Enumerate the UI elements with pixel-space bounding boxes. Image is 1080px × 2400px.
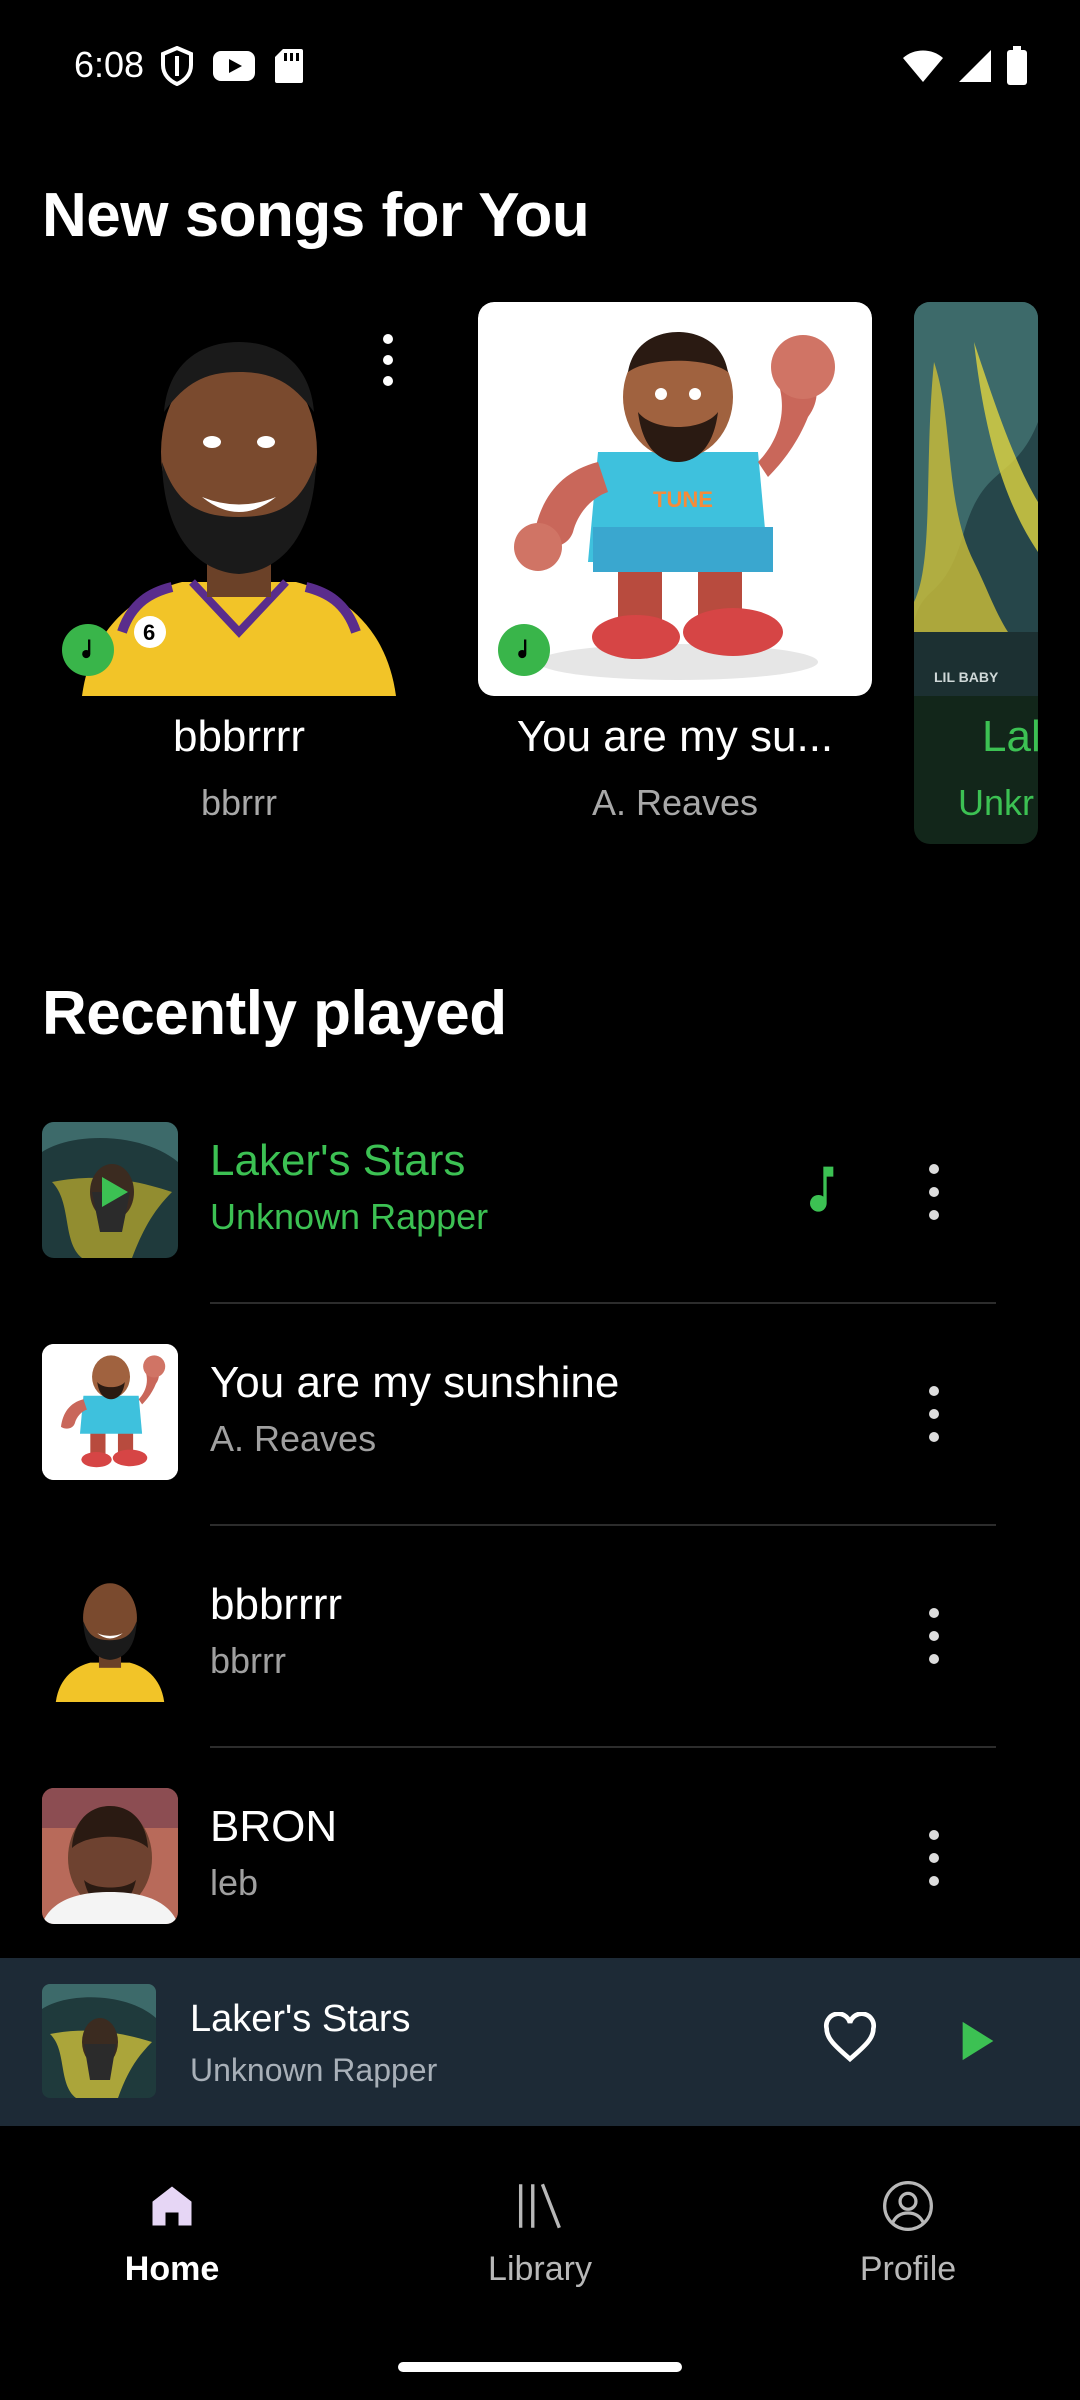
mini-player-artist: Unknown Rapper	[190, 2052, 438, 2088]
nav-item-profile[interactable]: Profile	[788, 2166, 1028, 2289]
song-title: Laker's Stars	[210, 1136, 466, 1185]
song-title: bbbrrrr	[210, 1580, 343, 1629]
wifi-icon	[903, 50, 943, 82]
status-icons-left	[160, 46, 304, 86]
recently-played-heading: Recently played	[42, 979, 507, 1048]
svg-text:TUNE: TUNE	[653, 487, 713, 512]
home-indicator[interactable]	[398, 2362, 682, 2372]
svg-text:6: 6	[143, 620, 155, 645]
list-item[interactable]: BRON leb	[0, 1766, 1080, 1946]
heart-icon[interactable]	[822, 2012, 878, 2064]
sd-card-icon	[275, 49, 303, 83]
status-icons-right	[902, 46, 1028, 86]
more-vertical-icon[interactable]	[368, 330, 408, 390]
album-art: LIL BABY	[914, 302, 1038, 696]
card-title: bbbrrrr	[172, 712, 306, 761]
song-card-active[interactable]: LIL BABY Lal Unkr	[914, 302, 1038, 844]
mini-player-title: Laker's Stars	[190, 1998, 411, 2040]
divider	[210, 1524, 996, 1526]
song-card[interactable]: TUNE You are my su... A. Reaves	[478, 302, 872, 844]
song-card[interactable]: 6 bbbrrrr bbrrr	[42, 302, 436, 844]
youtube-icon	[213, 51, 255, 81]
album-art	[42, 1122, 178, 1258]
song-artist: leb	[210, 1862, 259, 1903]
song-artist: bbrrr	[210, 1640, 287, 1681]
album-art	[42, 1788, 178, 1924]
nav-label-library: Library	[488, 2250, 592, 2288]
music-note-icon	[62, 624, 114, 676]
more-vertical-icon[interactable]	[924, 1386, 944, 1442]
more-vertical-icon[interactable]	[924, 1164, 944, 1220]
album-art	[42, 1566, 178, 1702]
svg-text:LIL BABY: LIL BABY	[934, 669, 999, 685]
library-icon	[518, 2183, 561, 2229]
song-artist: Unknown Rapper	[210, 1196, 489, 1237]
album-art	[42, 1344, 178, 1480]
song-title: You are my sunshine	[210, 1358, 620, 1407]
home-icon	[152, 2186, 192, 2226]
music-note-icon	[810, 1166, 834, 1212]
nav-item-library[interactable]: Library	[420, 2166, 660, 2289]
profile-icon	[883, 2181, 933, 2231]
nav-label-home: Home	[124, 2250, 220, 2288]
song-artist: A. Reaves	[210, 1418, 377, 1459]
signal-icon	[959, 50, 991, 82]
list-item[interactable]: You are my sunshine A. Reaves	[0, 1322, 1080, 1502]
new-songs-carousel[interactable]: 6 bbbrrrr bbrrr TUNE You are my su... A.…	[0, 302, 1080, 862]
nav-label-profile: Profile	[859, 2250, 957, 2288]
card-subtitle: A. Reaves	[591, 782, 759, 823]
album-art	[42, 1984, 156, 2098]
music-note-icon	[498, 624, 550, 676]
song-title: BRON	[210, 1802, 338, 1851]
status-time: 6:08	[74, 44, 145, 85]
mini-player[interactable]: Laker's Stars Unknown Rapper	[0, 1958, 1080, 2126]
bottom-nav: Home Library Profile	[0, 2126, 1080, 2400]
more-vertical-icon[interactable]	[924, 1608, 944, 1664]
play-icon[interactable]	[958, 2018, 998, 2064]
shield-icon	[161, 46, 193, 86]
battery-icon	[1007, 46, 1027, 85]
new-songs-heading: New songs for You	[42, 181, 590, 250]
list-item[interactable]: bbbrrrr bbrrr	[0, 1544, 1080, 1724]
nav-item-home[interactable]: Home	[52, 2166, 292, 2289]
card-subtitle: bbrrr	[200, 782, 277, 823]
card-title: You are my su...	[516, 712, 834, 761]
status-bar: 6:08	[0, 0, 1080, 130]
list-item[interactable]: Laker's Stars Unknown Rapper	[0, 1100, 1080, 1280]
card-title: Lal	[982, 712, 1038, 761]
divider	[210, 1302, 996, 1304]
card-subtitle: Unkr	[958, 782, 1035, 823]
divider	[210, 1746, 996, 1748]
more-vertical-icon[interactable]	[924, 1830, 944, 1886]
